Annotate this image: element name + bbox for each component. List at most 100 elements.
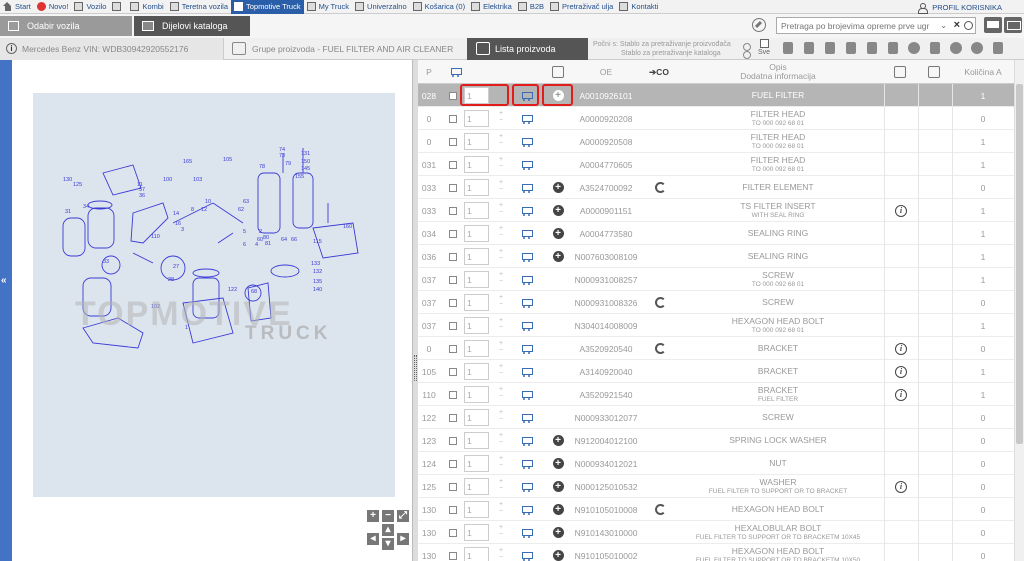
nav-item-10[interactable]: Elektrika [468, 0, 515, 14]
quantity-stepper[interactable]: + − [497, 133, 505, 147]
quantity-stepper[interactable]: + − [497, 156, 505, 170]
diagram-part-label[interactable]: 5 [243, 229, 246, 235]
cell-oe[interactable]: A0010926101 [568, 84, 644, 107]
plus-circle-icon[interactable]: + [552, 481, 564, 492]
table-row[interactable]: 037 +− N304014008009 HEXAGON HEAD BOLTTO 00… [418, 314, 1014, 337]
sync-icon[interactable] [654, 182, 666, 193]
col-cart-header[interactable] [444, 60, 466, 84]
nav-item-12[interactable]: Pretraživač ulja [547, 0, 616, 14]
cart-icon[interactable] [520, 390, 533, 400]
diagram-part-label[interactable]: 73 [279, 153, 285, 159]
cart-icon[interactable] [520, 206, 533, 216]
table-row[interactable]: 130 +− + N910143010000 HEXALOBULAR BOLTFUEL … [418, 521, 1014, 544]
table-row[interactable]: 105 +− A3140920040 BRACKET i 1 [418, 360, 1014, 383]
nav-item-9[interactable]: Košarica (0) [410, 0, 468, 14]
cart-icon[interactable] [520, 229, 533, 239]
row-checkbox[interactable] [449, 551, 457, 560]
quantity-stepper[interactable]: + − [497, 363, 505, 377]
nav-item-7[interactable]: My Truck [304, 0, 352, 14]
table-row[interactable]: 037 +− N000931008326 SCREW 0 [418, 291, 1014, 314]
table-row[interactable]: 0 +− A0000920508 FILTER HEADTO 000 092 68 0… [418, 130, 1014, 153]
quantity-input[interactable] [464, 202, 489, 219]
quantity-input[interactable] [464, 225, 489, 242]
info-icon[interactable]: i [6, 43, 17, 54]
profile-link[interactable]: PROFIL KORISNIKA [918, 0, 1002, 14]
cart-icon[interactable] [520, 321, 533, 331]
turbo-icon[interactable] [906, 40, 922, 56]
quantity-stepper[interactable]: + − [497, 179, 505, 193]
cart-icon[interactable] [520, 436, 533, 446]
row-checkbox[interactable] [449, 413, 457, 422]
cell-oe[interactable]: N910105010002 [568, 544, 644, 561]
pan-up-button[interactable]: ▴ [382, 524, 394, 536]
quantity-input[interactable] [464, 271, 489, 288]
quantity-stepper[interactable]: + − [497, 547, 505, 561]
row-checkbox[interactable] [449, 183, 457, 192]
quantity-stepper[interactable]: + − [497, 294, 505, 308]
table-row[interactable]: 034 +− + A0004773580 SEALING RING 1 [418, 222, 1014, 245]
radio-catalog-tree[interactable] [743, 51, 751, 59]
row-checkbox[interactable] [449, 344, 457, 353]
row-checkbox[interactable] [449, 298, 457, 307]
battery-icon[interactable] [864, 40, 880, 56]
row-checkbox[interactable] [449, 206, 457, 215]
chevron-down-icon[interactable]: ⌄ [940, 21, 947, 30]
row-checkbox[interactable] [449, 114, 457, 123]
quantity-stepper[interactable]: + − [497, 455, 505, 469]
tab-dijelovi-kataloga[interactable]: Dijelovi kataloga [134, 16, 250, 36]
pan-right-button[interactable]: ▸ [397, 533, 409, 545]
diagram-part-label[interactable]: 81 [265, 241, 271, 247]
pan-left-button[interactable]: ◂ [367, 533, 379, 545]
message-icon[interactable] [984, 17, 1002, 33]
col-p[interactable]: P [418, 60, 440, 84]
quantity-stepper[interactable]: + − [497, 271, 505, 285]
nav-item-2[interactable]: Vozilo [71, 0, 109, 14]
cart-icon[interactable] [520, 528, 533, 538]
table-row[interactable]: 0 +− A3520920540 BRACKET i 0 [418, 337, 1014, 360]
spark-plug-icon[interactable] [843, 40, 859, 56]
diagram-part-label[interactable]: 103 [193, 177, 202, 183]
cart-icon[interactable] [520, 367, 533, 377]
plus-circle-icon[interactable]: + [552, 182, 564, 193]
diagram-part-label[interactable]: 78 [259, 164, 265, 170]
sve-checkbox[interactable] [759, 39, 769, 48]
cell-oe[interactable]: A3140920040 [568, 360, 644, 383]
col-kolicina[interactable]: Količina A [954, 60, 1012, 84]
diagram-part-label[interactable]: 105 [223, 157, 232, 163]
info-icon[interactable]: i [895, 480, 907, 493]
quantity-stepper[interactable]: + − [497, 409, 505, 423]
row-checkbox[interactable] [449, 459, 457, 468]
table-row[interactable]: 124 +− + N000934012021 NUT 0 [418, 452, 1014, 475]
cart-icon[interactable] [520, 482, 533, 492]
row-checkbox[interactable] [449, 321, 457, 330]
col-chart-header[interactable] [888, 60, 912, 84]
cell-oe[interactable]: N000934012021 [568, 452, 644, 475]
diagram-part-label[interactable]: 34 [83, 204, 89, 210]
double-chevron-left-icon[interactable]: « [1, 275, 7, 286]
sync-icon[interactable] [654, 297, 666, 308]
diagram-part-label[interactable]: 4 [255, 242, 258, 248]
diagram-part-label[interactable]: 131 [301, 151, 310, 157]
cell-oe[interactable]: N910105010008 [568, 498, 644, 521]
cell-oe[interactable]: A0000920508 [568, 130, 644, 153]
quantity-stepper[interactable]: + − [497, 248, 505, 262]
cell-oe[interactable]: N912004012100 [568, 429, 644, 452]
plus-circle-icon[interactable]: + [552, 550, 564, 561]
quantity-input[interactable] [464, 133, 489, 150]
quantity-input[interactable] [464, 455, 489, 472]
diagram-part-label[interactable]: 12 [201, 207, 207, 213]
table-row[interactable]: 130 +− + N910105010002 HEXAGON HEAD BOLTFUEL… [418, 544, 1014, 561]
shock-absorber-icon[interactable] [927, 40, 943, 56]
cart-icon[interactable] [520, 298, 533, 308]
quantity-input[interactable] [464, 409, 489, 426]
diagram-part-label[interactable]: 66 [291, 237, 297, 243]
diagram-part-label[interactable]: 125 [73, 182, 82, 188]
diagram-part-label[interactable]: 132 [313, 269, 322, 275]
cart-icon[interactable] [520, 137, 533, 147]
plus-circle-icon[interactable]: + [552, 527, 564, 538]
diagram-part-label[interactable]: 135 [313, 279, 322, 285]
plus-circle-icon[interactable]: + [552, 251, 564, 262]
nav-item-1[interactable]: Novo! [34, 0, 72, 14]
row-checkbox[interactable] [449, 436, 457, 445]
cell-oe[interactable]: N000125010532 [568, 475, 644, 498]
